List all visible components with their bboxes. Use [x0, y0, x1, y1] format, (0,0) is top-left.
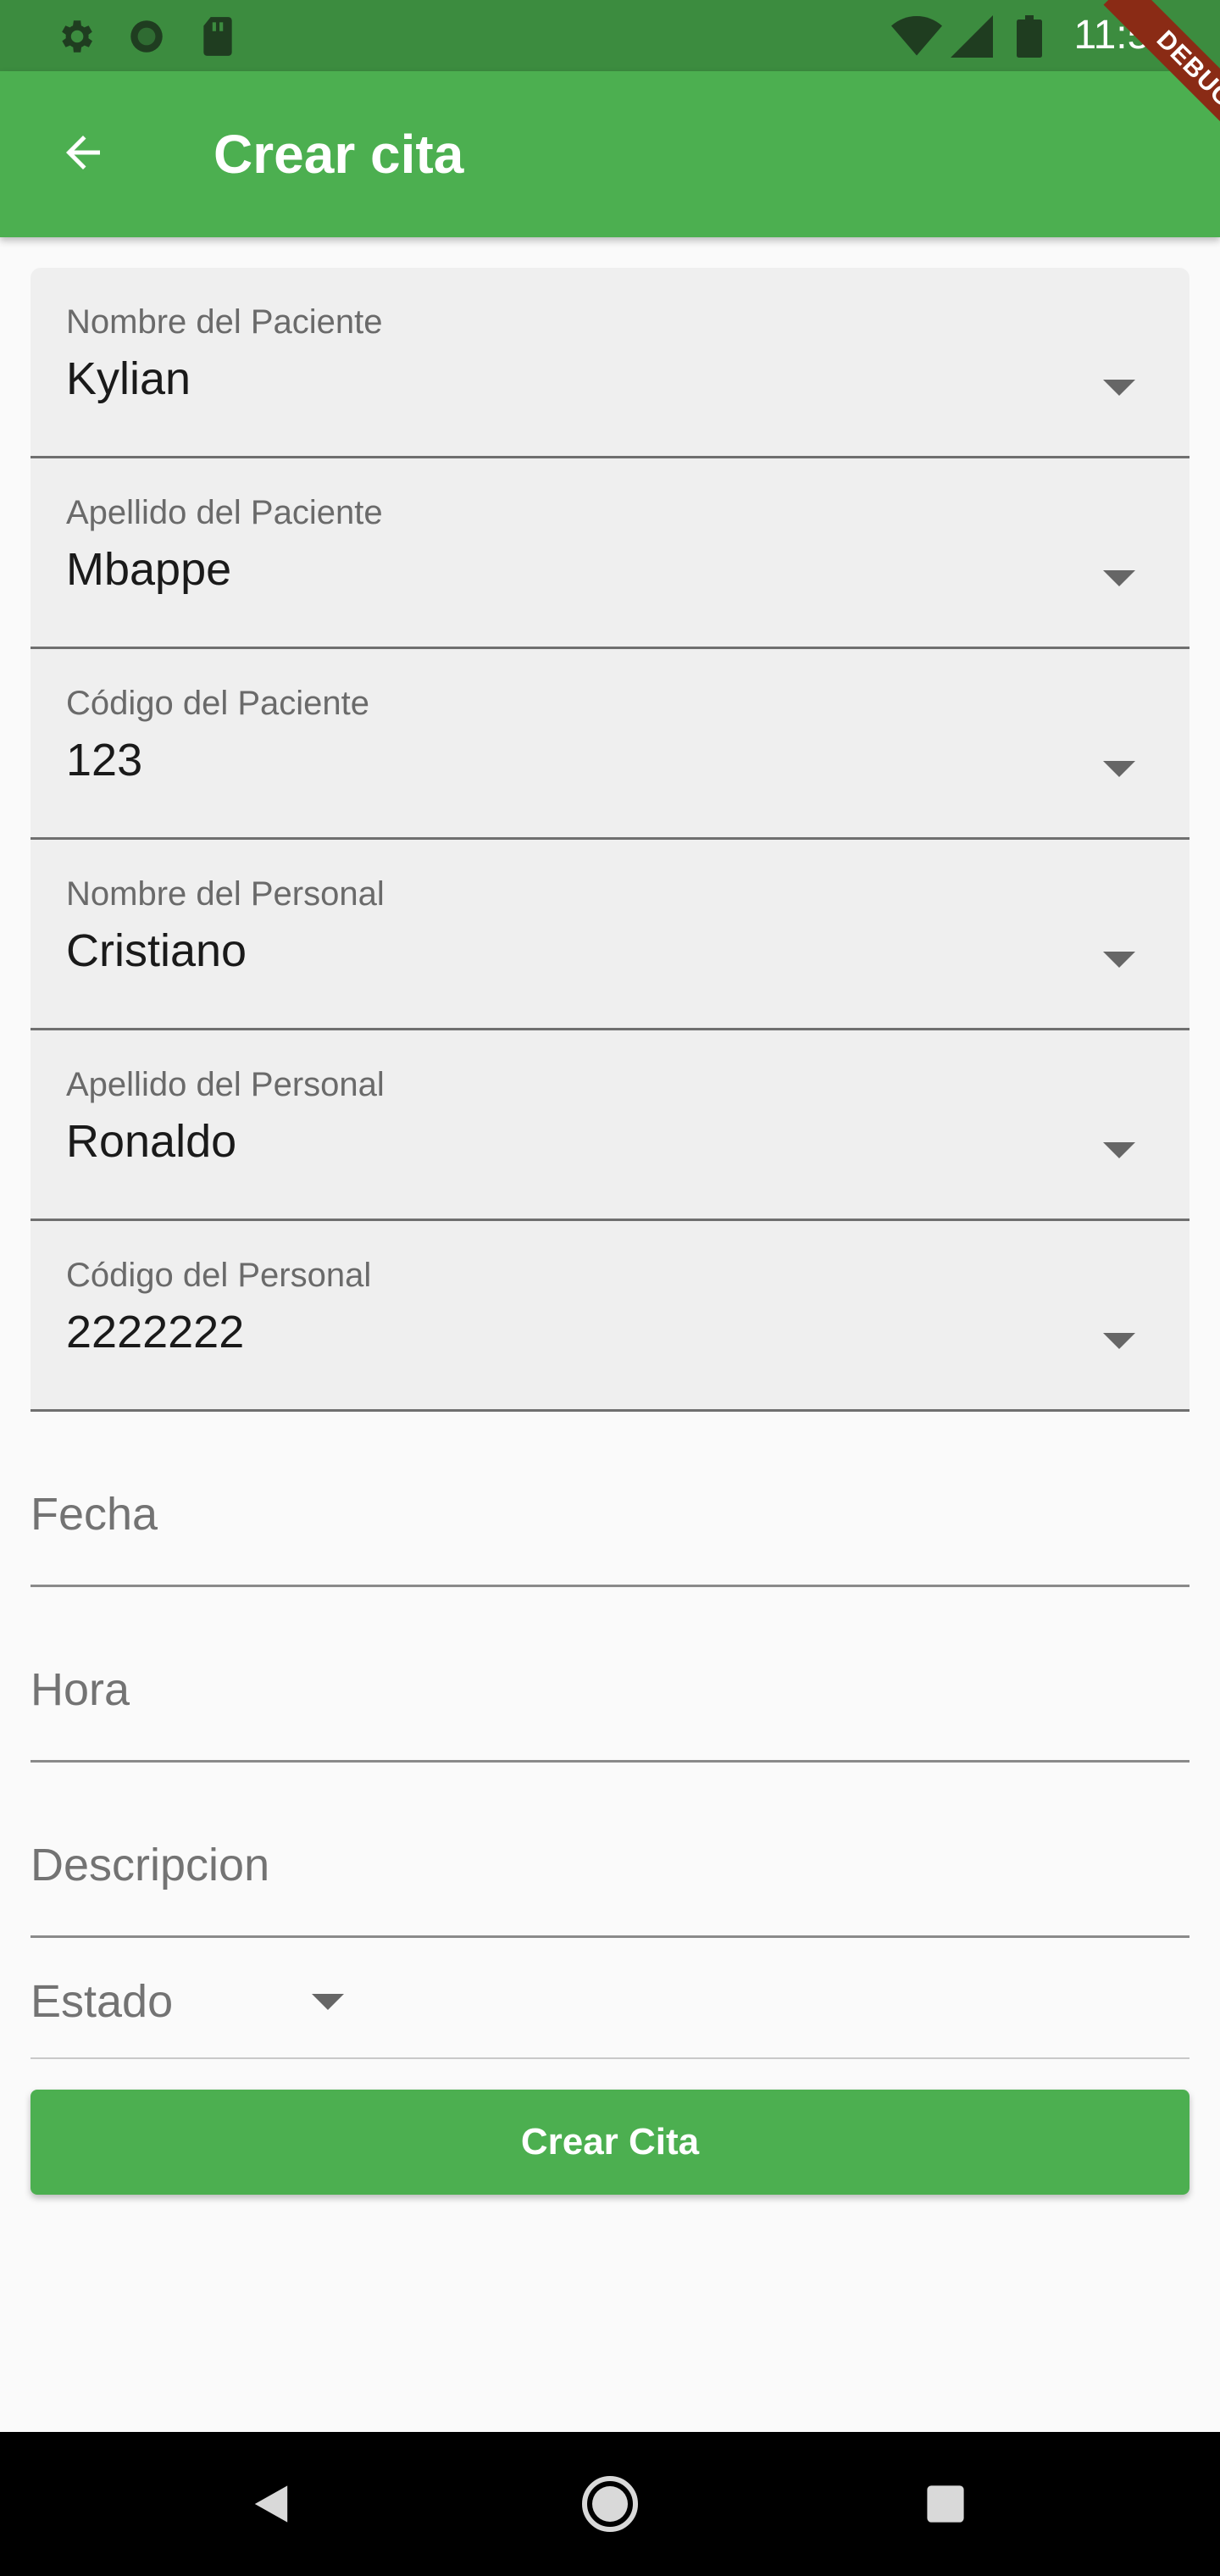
sd-card-icon [198, 15, 237, 62]
dropdown-label: Nombre del Personal [66, 875, 385, 913]
system-nav-bar [0, 2432, 1220, 2576]
time-field-label: Hora [30, 1664, 130, 1715]
dropdown-label: Código del Paciente [66, 685, 370, 722]
patient-name-dropdown[interactable]: Nombre del Paciente Kylian [30, 268, 1190, 458]
dropdown-value: 2222222 [66, 1307, 245, 1357]
patient-lastname-dropdown[interactable]: Apellido del Paciente Mbappe [30, 458, 1190, 649]
dropdown-label: Nombre del Paciente [66, 303, 383, 341]
app-bar: Crear cita [0, 71, 1220, 237]
sync-circle-icon [125, 15, 168, 62]
dropdown-value: Ronaldo [66, 1116, 237, 1167]
date-field[interactable]: Fecha [30, 1412, 1190, 1587]
dropdown-value: 123 [66, 735, 143, 786]
dropdown-label: Apellido del Personal [66, 1066, 385, 1103]
settings-icon [54, 15, 97, 62]
dropdown-arrow-icon [1103, 1142, 1135, 1158]
staff-lastname-dropdown[interactable]: Apellido del Personal Ronaldo [30, 1030, 1190, 1221]
date-field-label: Fecha [30, 1489, 158, 1540]
staff-code-dropdown[interactable]: Código del Personal 2222222 [30, 1221, 1190, 1412]
wifi-icon [891, 15, 942, 62]
recents-square-icon[interactable] [905, 2463, 986, 2545]
cell-signal-icon [951, 15, 993, 62]
dropdown-arrow-icon [1103, 570, 1135, 586]
back-triangle-icon[interactable] [230, 2463, 312, 2545]
page-title: Crear cita [214, 124, 464, 185]
battery-icon [1017, 15, 1042, 62]
status-dropdown[interactable]: Estado [30, 1938, 1190, 2059]
description-field[interactable]: Descripcion [30, 1763, 1190, 1938]
dropdown-arrow-icon [1103, 952, 1135, 968]
back-button[interactable] [37, 114, 129, 195]
dropdown-arrow-icon [1103, 1333, 1135, 1349]
dropdown-label: Código del Personal [66, 1257, 372, 1294]
dropdown-arrow-icon [1103, 761, 1135, 777]
status-time: 11:51 [1073, 13, 1173, 58]
status-bar: 11:51 [0, 0, 1220, 71]
dropdown-arrow-icon [1103, 380, 1135, 396]
patient-code-dropdown[interactable]: Código del Paciente 123 [30, 649, 1190, 840]
description-field-label: Descripcion [30, 1840, 270, 1890]
dropdown-label: Apellido del Paciente [66, 494, 383, 531]
dropdown-arrow-icon [312, 1994, 344, 2010]
time-field[interactable]: Hora [30, 1587, 1190, 1763]
dropdown-value: Cristiano [66, 925, 247, 976]
home-circle-icon[interactable] [569, 2463, 651, 2545]
status-dropdown-label: Estado [30, 1976, 174, 2027]
arrow-back-icon [58, 127, 108, 182]
create-appointment-button[interactable]: Crear Cita [30, 2090, 1190, 2195]
staff-name-dropdown[interactable]: Nombre del Personal Cristiano [30, 840, 1190, 1030]
dropdown-value: Mbappe [66, 544, 232, 595]
dropdown-value: Kylian [66, 353, 191, 404]
appointment-form: Nombre del Paciente Kylian Apellido del … [30, 268, 1190, 2059]
